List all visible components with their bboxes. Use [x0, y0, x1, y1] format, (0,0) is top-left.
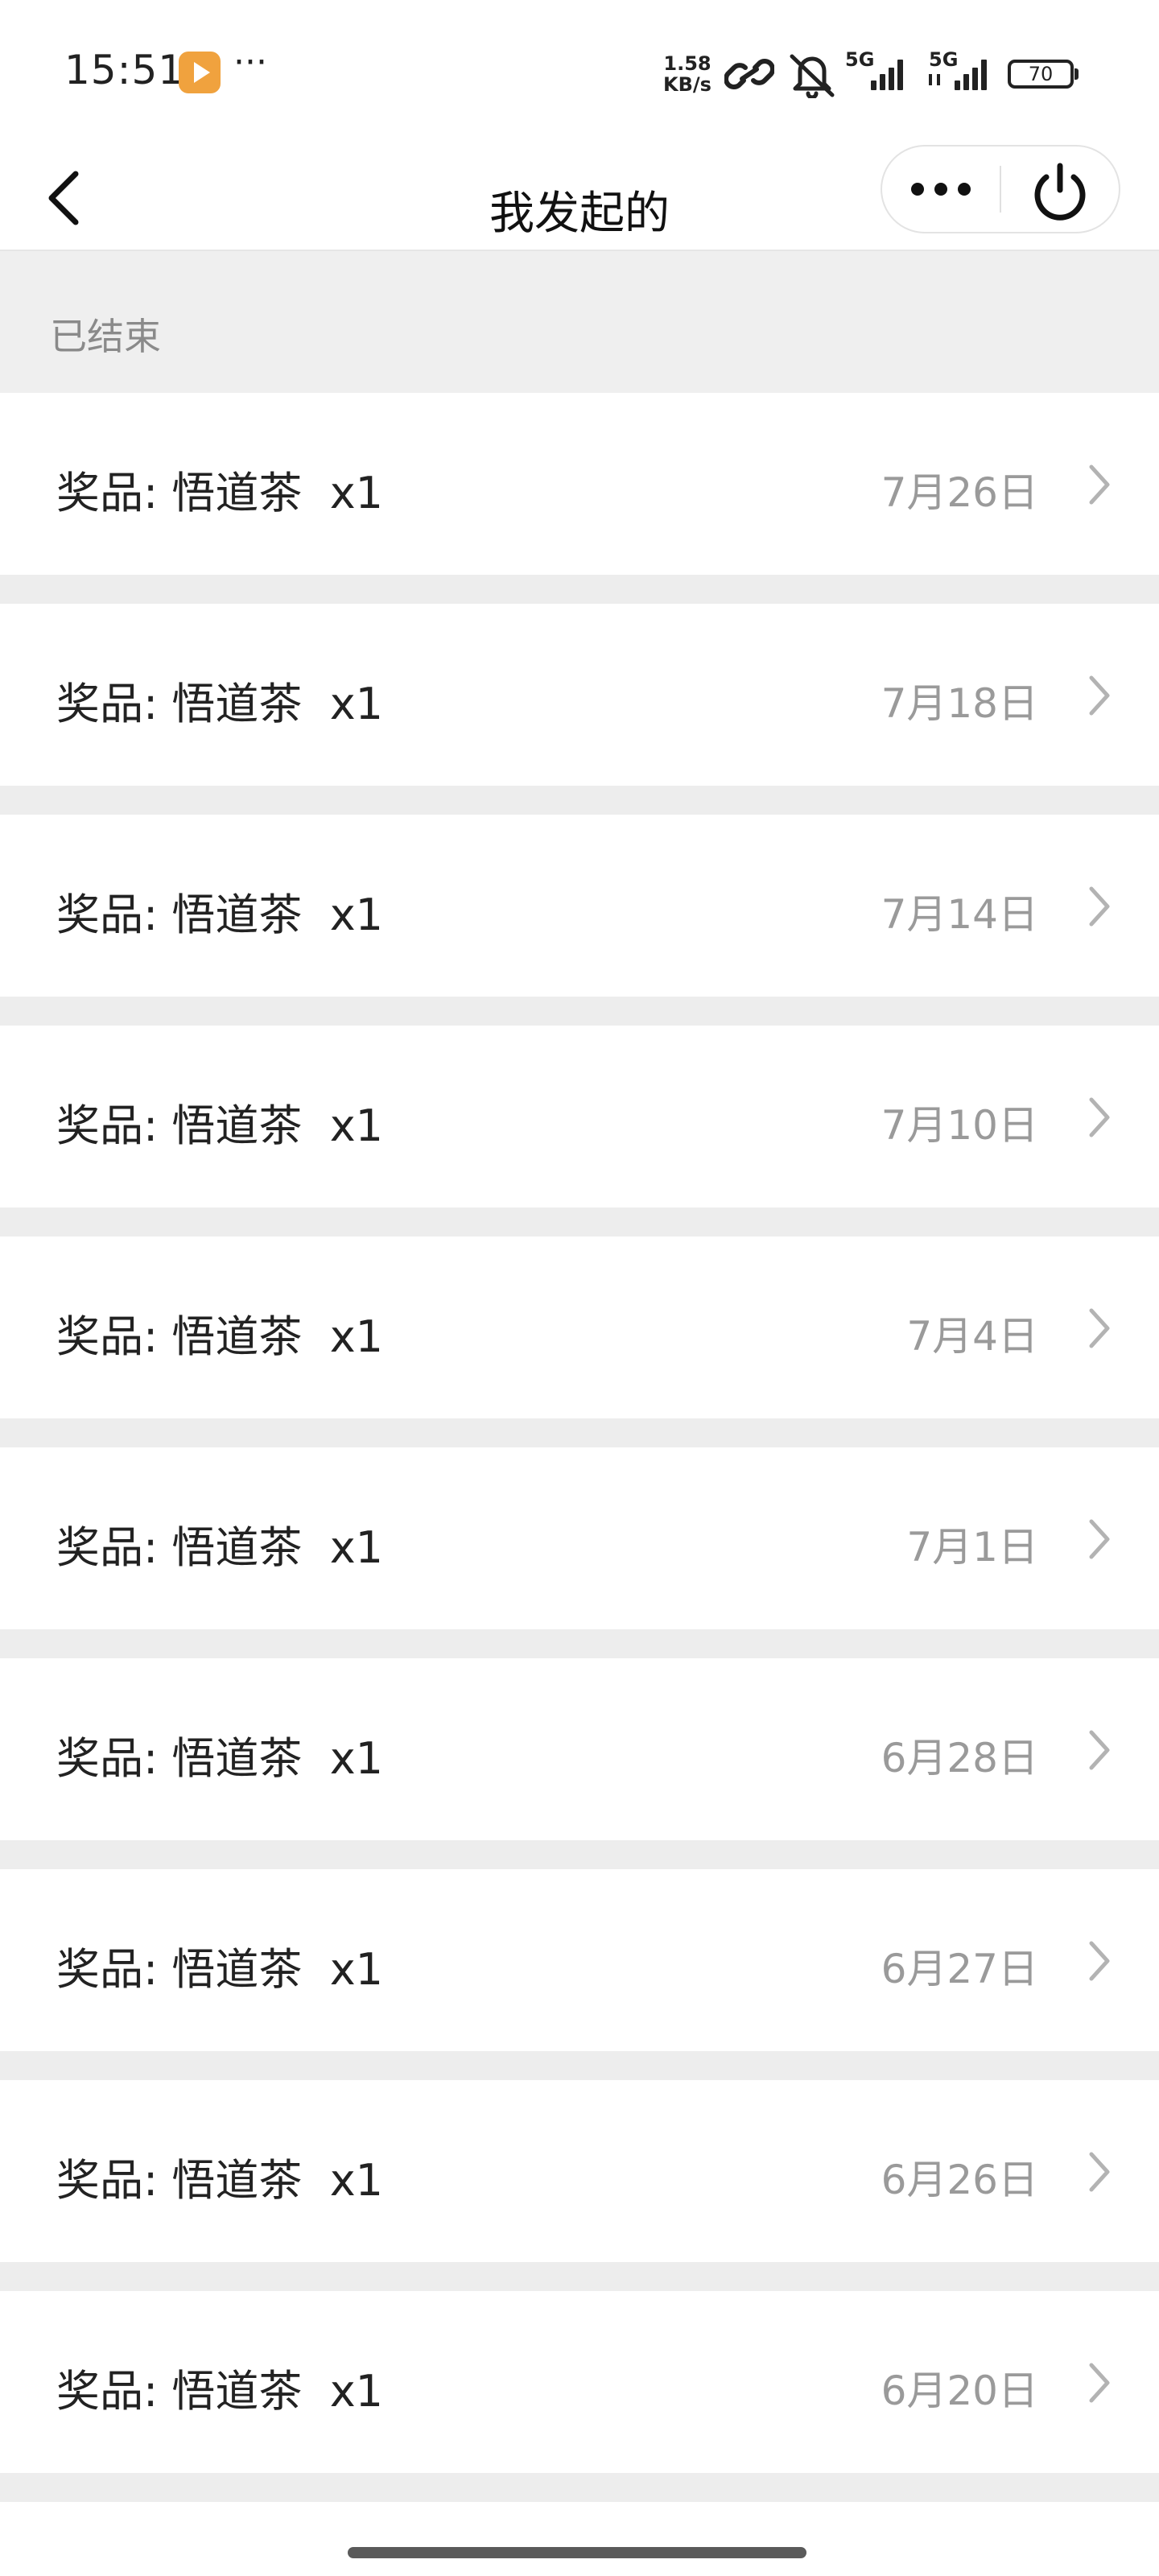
- chevron-right-icon: [1089, 1308, 1110, 1348]
- item-label: 奖品: 悟道茶 x1: [56, 1944, 384, 1995]
- list-item[interactable]: 奖品: 悟道茶 x1 6月28日: [0, 1658, 1159, 1840]
- section-header: 已结束: [0, 251, 1159, 393]
- list-item[interactable]: 奖品: 悟道茶 x1 7月18日: [0, 604, 1159, 786]
- chevron-right-icon: [1089, 2363, 1110, 2403]
- net-speed-value: 1.58: [663, 52, 711, 75]
- item-date: 7月18日: [881, 680, 1038, 727]
- item-label: 奖品: 悟道茶 x1: [56, 2366, 384, 2417]
- chevron-right-icon: [1089, 675, 1110, 716]
- chevron-right-icon: [1089, 464, 1110, 505]
- signal-bars-icon: [929, 60, 987, 90]
- item-date: 7月4日: [906, 1313, 1038, 1360]
- signal-icon: 5G: [926, 48, 1000, 95]
- item-label: 奖品: 悟道茶 x1: [56, 2155, 384, 2206]
- item-date: 7月14日: [881, 891, 1038, 938]
- item-label: 奖品: 悟道茶 x1: [56, 1311, 384, 1362]
- list-item[interactable]: 奖品: 悟道茶 x1 7月26日: [0, 393, 1159, 575]
- item-date: 6月27日: [881, 1946, 1038, 1992]
- list-item[interactable]: 奖品: 悟道茶 x1 7月14日: [0, 815, 1159, 997]
- item-date: 7月10日: [881, 1102, 1038, 1149]
- nav-bar: 我发起的: [0, 145, 1159, 251]
- signal-icon: 5G: [845, 48, 914, 95]
- list-item[interactable]: 奖品: 悟道茶 x1 7月10日: [0, 1026, 1159, 1208]
- chevron-right-icon: [1089, 886, 1110, 927]
- page-title: 我发起的: [489, 188, 670, 240]
- chevron-right-icon: [1089, 1730, 1110, 1770]
- item-date: 6月20日: [881, 2368, 1038, 2414]
- list-item[interactable]: 奖品: 悟道茶 x1 6月20日: [0, 2291, 1159, 2473]
- app-badge-icon: [179, 52, 221, 93]
- list-item-partial: [0, 2502, 1159, 2576]
- net-speed: 1.58 KB/s: [658, 53, 716, 95]
- back-button[interactable]: [35, 163, 100, 233]
- item-label: 奖品: 悟道茶 x1: [56, 1100, 384, 1151]
- item-date: 7月1日: [906, 1524, 1038, 1571]
- section-title: 已结束: [50, 315, 161, 358]
- chevron-left-icon: [48, 171, 79, 225]
- more-button[interactable]: [882, 147, 1000, 232]
- chevron-right-icon: [1089, 1519, 1110, 1559]
- item-date: 7月26日: [881, 469, 1038, 516]
- list-item[interactable]: 奖品: 悟道茶 x1 6月26日: [0, 2080, 1159, 2262]
- list-item[interactable]: 奖品: 悟道茶 x1 6月27日: [0, 1869, 1159, 2051]
- close-miniprogram-button[interactable]: [1001, 147, 1119, 232]
- more-dots-icon: [911, 183, 971, 196]
- status-more-indicator: ···: [233, 42, 267, 83]
- capsule-menu: [881, 145, 1120, 233]
- chevron-right-icon: [1089, 1941, 1110, 1981]
- net-speed-unit: KB/s: [663, 73, 711, 96]
- signal-bars-icon: [871, 60, 903, 90]
- home-indicator[interactable]: [348, 2547, 806, 2558]
- status-time: 15:51: [64, 47, 185, 93]
- list-item[interactable]: 奖品: 悟道茶 x1 7月1日: [0, 1447, 1159, 1629]
- item-label: 奖品: 悟道茶 x1: [56, 1522, 384, 1573]
- item-date: 6月26日: [881, 2157, 1038, 2203]
- status-bar: 15:51 ··· 1.58 KB/s 5G 5G 70: [0, 0, 1159, 145]
- item-label: 奖品: 悟道茶 x1: [56, 468, 384, 518]
- chevron-right-icon: [1089, 1097, 1110, 1137]
- list-item[interactable]: 奖品: 悟道茶 x1 7月4日: [0, 1236, 1159, 1418]
- item-label: 奖品: 悟道茶 x1: [56, 890, 384, 940]
- item-label: 奖品: 悟道茶 x1: [56, 1733, 384, 1784]
- battery-icon: 70: [1008, 60, 1079, 89]
- power-icon: [1034, 163, 1086, 221]
- item-label: 奖品: 悟道茶 x1: [56, 679, 384, 729]
- chevron-right-icon: [1089, 2152, 1110, 2192]
- link-icon: [724, 59, 774, 89]
- item-date: 6月28日: [881, 1735, 1038, 1781]
- bell-muted-icon: [790, 54, 835, 98]
